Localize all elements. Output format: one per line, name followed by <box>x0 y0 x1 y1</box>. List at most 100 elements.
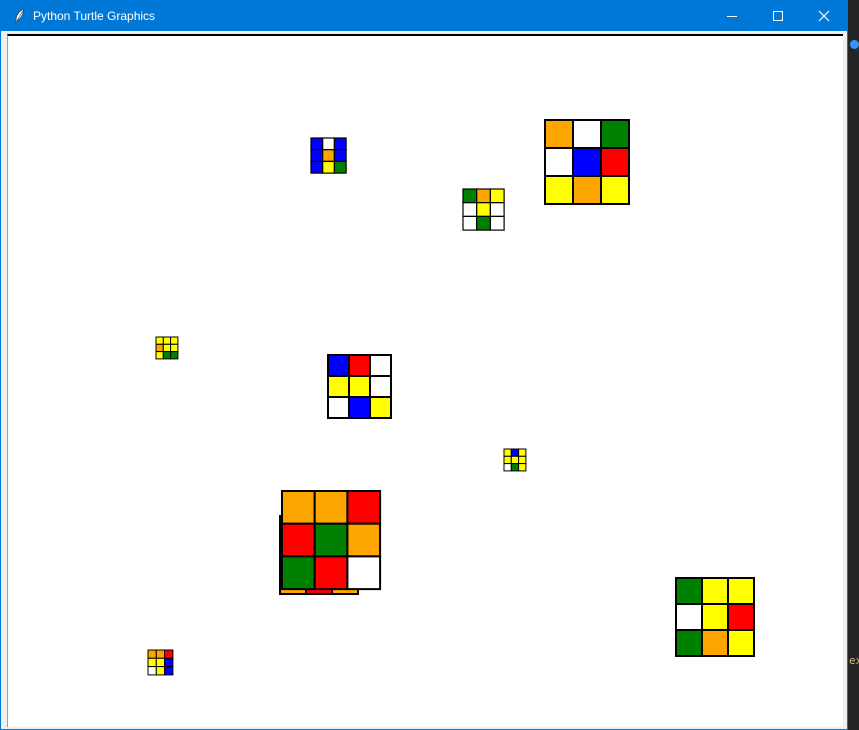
cube-sticker <box>348 375 371 398</box>
cube-sticker <box>164 649 174 659</box>
cube-sticker <box>162 343 172 353</box>
cube-medium-center <box>327 354 392 419</box>
cube-sticker <box>544 175 574 205</box>
maximize-button[interactable] <box>755 1 801 31</box>
cube-tiny-bottom-left <box>147 649 174 676</box>
cube-sticker <box>348 354 371 377</box>
cube-sticker <box>155 649 166 659</box>
maximize-icon <box>773 11 783 21</box>
cube-sticker <box>333 137 347 151</box>
cube-sticker <box>462 215 478 231</box>
cube-sticker <box>675 603 703 631</box>
cube-sticker <box>322 160 336 174</box>
cube-sticker <box>510 455 520 465</box>
cube-sticker <box>600 175 630 205</box>
cube-sticker <box>600 147 630 177</box>
cube-sticker <box>544 119 574 149</box>
cube-small-green-top <box>462 188 505 231</box>
cube-large-bottom-right <box>675 577 755 657</box>
cube-sticker <box>727 577 755 605</box>
cube-sticker <box>155 336 164 345</box>
cube-sticker <box>462 188 478 204</box>
cube-sticker <box>322 149 336 162</box>
cube-large-bottom <box>281 490 382 591</box>
turtle-window: Python Turtle Graphics <box>0 0 848 730</box>
cube-sticker <box>675 629 703 657</box>
cube-sticker <box>310 137 324 151</box>
cube-sticker <box>170 351 179 360</box>
cube-sticker <box>369 354 392 377</box>
cube-large-orange-top <box>544 119 630 205</box>
cube-sticker <box>147 666 157 676</box>
cube-sticker <box>489 188 505 204</box>
cube-sticker <box>327 354 350 377</box>
minimize-button[interactable] <box>709 1 755 31</box>
cube-tiny-right <box>503 448 527 472</box>
cube-sticker <box>162 336 172 345</box>
cube-sticker <box>701 629 729 657</box>
cube-sticker <box>346 490 382 525</box>
cube-sticker <box>155 351 164 360</box>
cube-sticker <box>155 666 166 676</box>
cube-sticker <box>162 351 172 360</box>
turtle-canvas-frame <box>7 34 843 727</box>
cube-sticker <box>727 603 755 631</box>
cube-sticker <box>510 463 520 472</box>
cube-sticker <box>346 522 382 558</box>
cube-sticker <box>727 629 755 657</box>
cube-sticker <box>333 160 347 174</box>
cube-sticker <box>164 666 174 676</box>
cube-sticker <box>281 490 316 525</box>
cube-sticker <box>313 522 349 558</box>
cube-sticker <box>518 448 527 457</box>
cube-sticker <box>701 577 729 605</box>
cube-sticker <box>346 555 382 591</box>
cube-sticker <box>572 175 602 205</box>
cube-sticker <box>503 463 512 472</box>
cube-sticker <box>147 657 157 668</box>
cube-sticker <box>572 147 602 177</box>
python-icon <box>850 40 859 49</box>
minimize-icon <box>727 16 737 17</box>
cube-sticker <box>310 149 324 162</box>
cube-sticker <box>476 202 492 217</box>
cube-sticker <box>503 455 512 465</box>
cube-sticker <box>462 202 478 217</box>
cube-sticker <box>518 463 527 472</box>
close-button[interactable] <box>801 1 847 31</box>
window-title: Python Turtle Graphics <box>33 9 156 23</box>
cube-sticker <box>155 343 164 353</box>
cube-sticker <box>489 202 505 217</box>
cube-sticker <box>170 336 179 345</box>
cube-sticker <box>544 147 574 177</box>
editor-text-fragment: ex <box>849 654 859 667</box>
cube-sticker <box>489 215 505 231</box>
cube-sticker <box>503 448 512 457</box>
cube-sticker <box>476 188 492 204</box>
title-bar[interactable]: Python Turtle Graphics <box>1 1 847 31</box>
cube-tiny-left <box>155 336 179 360</box>
cube-small-blue <box>310 137 347 174</box>
cube-sticker <box>313 555 349 591</box>
cube-sticker <box>170 343 179 353</box>
cube-sticker <box>164 657 174 668</box>
cube-sticker <box>675 577 703 605</box>
cube-sticker <box>572 119 602 149</box>
cube-sticker <box>322 137 336 151</box>
cube-sticker <box>348 396 371 419</box>
turtle-canvas[interactable] <box>8 36 843 727</box>
cube-sticker <box>327 396 350 419</box>
background-editor-strip: ex <box>848 0 859 730</box>
cube-sticker <box>310 160 324 174</box>
cube-sticker <box>600 119 630 149</box>
cube-sticker <box>313 490 349 525</box>
cube-sticker <box>147 649 157 659</box>
cube-sticker <box>701 603 729 631</box>
cube-sticker <box>369 375 392 398</box>
cube-sticker <box>333 149 347 162</box>
cube-sticker <box>369 396 392 419</box>
cube-sticker <box>281 555 316 591</box>
cube-sticker <box>510 448 520 457</box>
close-icon <box>818 10 830 22</box>
feather-icon <box>15 9 24 23</box>
